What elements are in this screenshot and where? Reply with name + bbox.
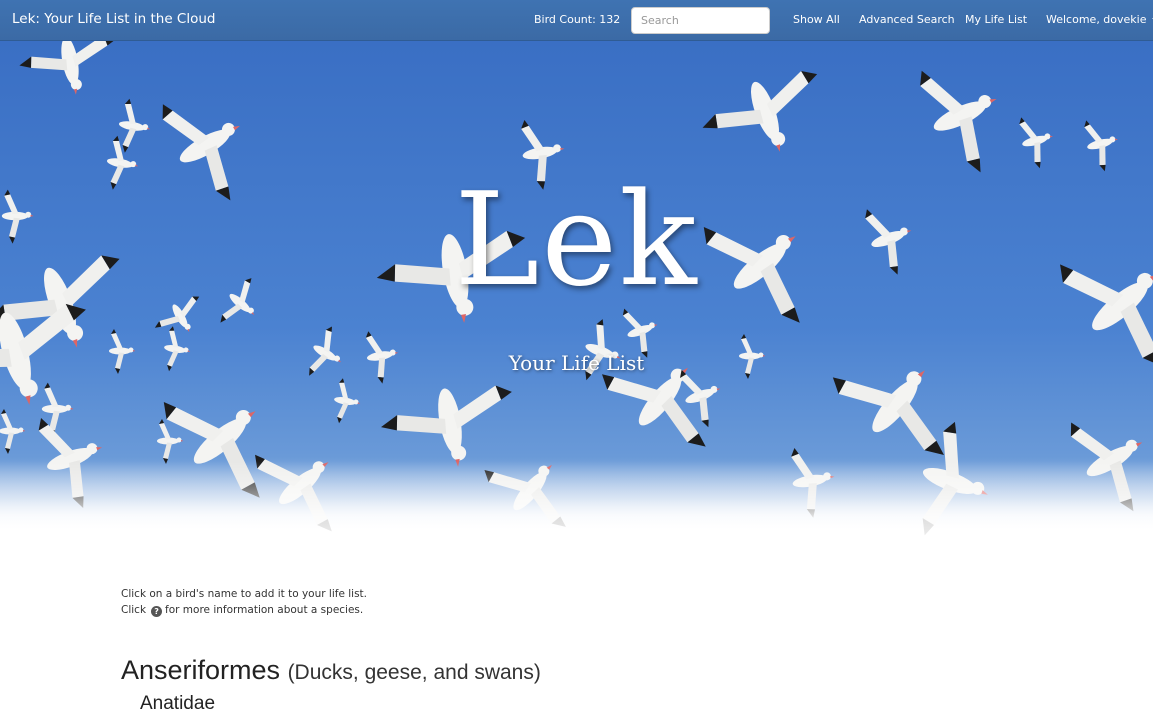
my-life-list-link[interactable]: My Life List <box>965 13 1027 26</box>
advanced-search-link[interactable]: Advanced Search <box>859 13 955 26</box>
order-heading: Anseriformes (Ducks, geese, and swans) <box>121 655 541 686</box>
order-common-name: (Ducks, geese, and swans) <box>287 661 541 684</box>
user-menu-label: Welcome, dovekie <box>1046 13 1147 26</box>
hero-banner: Lek Your Life List <box>0 41 1153 561</box>
instruction-more-info-text: for more information about a species. <box>165 604 364 616</box>
brand-link[interactable]: Lek: Your Life List in the Cloud <box>12 11 215 27</box>
question-circle-icon: ? <box>151 606 163 617</box>
order-name: Anseriformes <box>121 655 281 685</box>
hero-subtitle: Your Life List <box>508 351 645 375</box>
family-heading: Anatidae <box>140 693 216 714</box>
top-navbar: Lek: Your Life List in the Cloud Bird Co… <box>0 0 1153 41</box>
instruction-line-2: Click? for more information about a speci… <box>121 602 1021 618</box>
bird-count: Bird Count: 132 <box>534 13 621 26</box>
hero-title: Lek <box>454 166 699 315</box>
instruction-click-text: Click <box>121 604 147 616</box>
user-menu-dropdown[interactable]: Welcome, dovekie <box>1046 13 1153 26</box>
search-input[interactable] <box>631 7 770 34</box>
show-all-link[interactable]: Show All <box>793 13 840 26</box>
instructions-block: Click on a bird's name to add it to your… <box>121 586 1021 618</box>
instruction-line-1: Click on a bird's name to add it to your… <box>121 588 368 600</box>
